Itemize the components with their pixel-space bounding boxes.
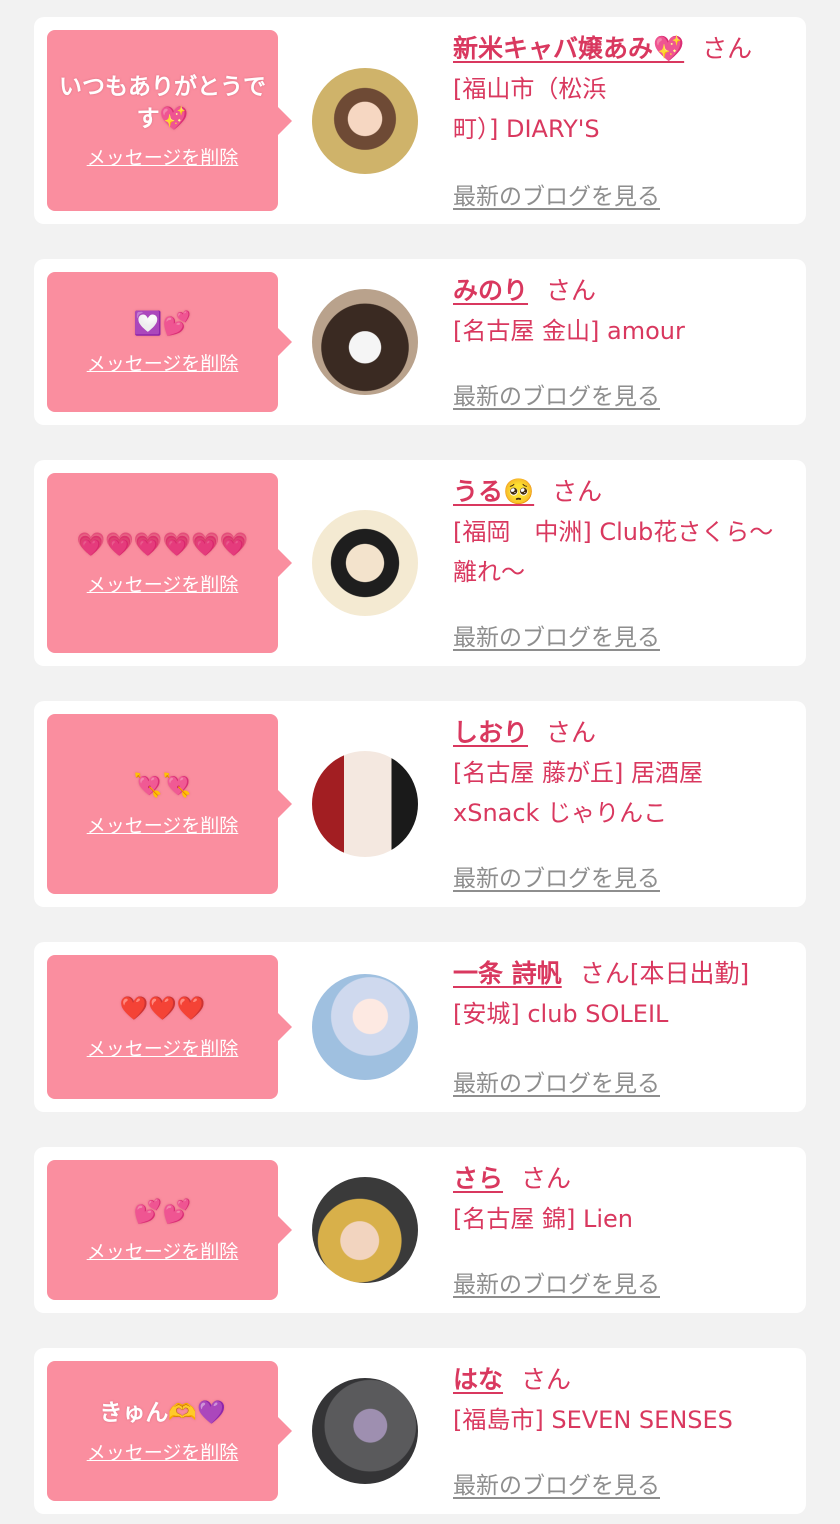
delete-message-link[interactable]: メッセージを削除 (87, 349, 239, 376)
shop-location-label: [名古屋 錦] Lien (453, 1205, 633, 1233)
message-bubble: きゅん🫶💜 メッセージを削除 (47, 1361, 292, 1501)
cast-name-link[interactable]: さら (453, 1164, 503, 1193)
message-card: 💟💕 メッセージを削除 みのり さん [名古屋 金山] amour 最新のブログを… (34, 259, 806, 425)
latest-blog-link[interactable]: 最新のブログを見る (453, 859, 660, 893)
shop-location-label: [名古屋 金山] amour (453, 317, 685, 345)
message-text: 💗💗💗💗💗💗 (76, 532, 249, 559)
message-bubble: 💗💗💗💗💗💗 メッセージを削除 (47, 473, 292, 653)
message-card: 💗💗💗💗💗💗 メッセージを削除 うる🥺 さん [福岡 中洲] Club花さくら～離… (34, 460, 806, 666)
shop-location-label: [安城] club SOLEIL (453, 1000, 669, 1028)
avatar[interactable] (312, 1378, 418, 1484)
delete-message-link[interactable]: メッセージを削除 (87, 1237, 239, 1264)
message-bubble: 💟💕 メッセージを削除 (47, 272, 292, 412)
message-text: いつもありがとうです💖 (59, 73, 266, 132)
latest-blog-link[interactable]: 最新のブログを見る (453, 1265, 660, 1299)
honorific-label: さん (579, 959, 630, 988)
message-bubble: 💕💕 メッセージを削除 (47, 1160, 292, 1300)
honorific-label: さん (521, 1164, 572, 1193)
message-text: 💕💕 (133, 1199, 192, 1226)
message-bubble: 💘💘 メッセージを削除 (47, 714, 292, 894)
message-card: きゅん🫶💜 メッセージを削除 はな さん [福島市] SEVEN SENSES 最… (34, 1348, 806, 1514)
message-card: いつもありがとうです💖 メッセージを削除 新米キャバ嬢あみ💖 さん [福山市（松浜… (34, 17, 806, 224)
delete-message-link[interactable]: メッセージを削除 (87, 570, 239, 597)
message-card: 💘💘 メッセージを削除 しおり さん [名古屋 藤が丘] 居酒屋xSnack じゃ… (34, 701, 806, 907)
shop-location-label: [名古屋 藤が丘] 居酒屋xSnack じゃりんこ (453, 759, 703, 827)
latest-blog-link[interactable]: 最新のブログを見る (453, 1064, 660, 1098)
avatar[interactable] (312, 289, 418, 395)
cast-name-link[interactable]: みのり (453, 276, 528, 305)
delete-message-link[interactable]: メッセージを削除 (87, 1438, 239, 1465)
avatar[interactable] (312, 510, 418, 616)
cast-name-link[interactable]: しおり (453, 718, 528, 747)
message-text: 💘💘 (133, 773, 192, 800)
shop-location-label: [福山市（松浜町）] DIARY'S (453, 75, 607, 143)
avatar[interactable] (312, 68, 418, 174)
shop-location-label: [福島市] SEVEN SENSES (453, 1406, 733, 1434)
delete-message-link[interactable]: メッセージを削除 (87, 811, 239, 838)
latest-blog-link[interactable]: 最新のブログを見る (453, 377, 660, 411)
cast-name-link[interactable]: 新米キャバ嬢あみ💖 (453, 34, 684, 63)
message-list: いつもありがとうです💖 メッセージを削除 新米キャバ嬢あみ💖 さん [福山市（松浜… (0, 0, 840, 1524)
honorific-label: さん (546, 718, 597, 747)
avatar[interactable] (312, 751, 418, 857)
honorific-label: さん (702, 34, 753, 63)
message-card: ❤️❤️❤️ メッセージを削除 一条 詩帆 さん[本日出勤] [安城] club … (34, 942, 806, 1112)
delete-message-link[interactable]: メッセージを削除 (87, 1034, 239, 1061)
cast-name-link[interactable]: うる🥺 (453, 477, 534, 506)
avatar[interactable] (312, 1177, 418, 1283)
cast-name-link[interactable]: 一条 詩帆 (453, 959, 562, 988)
honorific-label: さん (546, 276, 597, 305)
message-bubble: ❤️❤️❤️ メッセージを削除 (47, 955, 292, 1099)
honorific-label: さん (521, 1365, 572, 1394)
message-text: 💟💕 (133, 311, 192, 338)
shop-location-label: [福岡 中洲] Club花さくら～離れ～ (453, 518, 774, 586)
latest-blog-link[interactable]: 最新のブログを見る (453, 618, 660, 652)
message-text: きゅん🫶💜 (99, 1400, 226, 1427)
avatar[interactable] (312, 974, 418, 1080)
message-card: 💕💕 メッセージを削除 さら さん [名古屋 錦] Lien 最新のブログを見る (34, 1147, 806, 1313)
latest-blog-link[interactable]: 最新のブログを見る (453, 1466, 660, 1500)
latest-blog-link[interactable]: 最新のブログを見る (453, 177, 660, 211)
message-text: ❤️❤️❤️ (119, 996, 206, 1023)
message-bubble: いつもありがとうです💖 メッセージを削除 (47, 30, 292, 211)
status-label: [本日出勤] (629, 959, 750, 988)
cast-name-link[interactable]: はな (453, 1365, 503, 1394)
honorific-label: さん (552, 477, 603, 506)
delete-message-link[interactable]: メッセージを削除 (87, 143, 239, 170)
